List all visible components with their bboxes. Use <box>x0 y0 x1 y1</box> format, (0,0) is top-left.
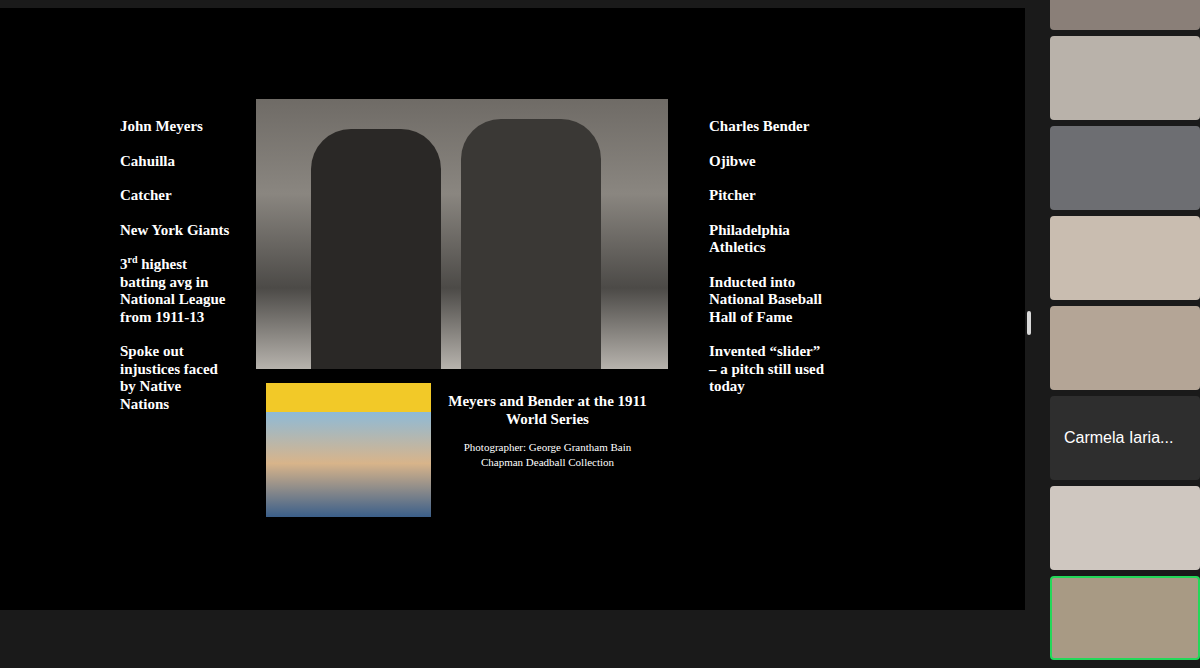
participant-name: Carmela Iaria... <box>1064 429 1173 447</box>
fact: Inducted into National Baseball Hall of … <box>709 274 827 327</box>
participant-tile[interactable] <box>1050 576 1200 660</box>
fact: Pitcher <box>709 187 827 205</box>
fact: Ojibwe <box>709 153 827 171</box>
participant-tile[interactable] <box>1050 486 1200 570</box>
left-facts: John Meyers Cahuilla Catcher New York Giant… <box>120 99 234 413</box>
book-cover <box>266 383 431 517</box>
photo-column: Meyers and Bender at the 1911 World Seri… <box>256 99 668 517</box>
top-bar <box>0 0 1200 8</box>
fact: Catcher <box>120 187 234 205</box>
participant-tile[interactable] <box>1050 126 1200 210</box>
fact: 3rd highest batting avg in National Leag… <box>120 256 234 326</box>
participant-strip: Carmela Iaria... <box>1050 0 1200 668</box>
meeting-body: John Meyers Cahuilla Catcher New York Giant… <box>0 8 1200 668</box>
splitter-handle[interactable] <box>1027 311 1031 335</box>
photo-credit: Photographer: George Grantham Bain <box>445 440 650 455</box>
historic-photo <box>256 99 668 369</box>
photo-credit: Chapman Deadball Collection <box>445 455 650 470</box>
slide: John Meyers Cahuilla Catcher New York Giant… <box>0 8 1025 610</box>
shared-screen: John Meyers Cahuilla Catcher New York Giant… <box>0 8 1025 668</box>
photo-info: Meyers and Bender at the 1911 World Seri… <box>256 383 668 517</box>
participant-tile[interactable] <box>1050 0 1200 30</box>
stage-footer <box>0 610 1025 668</box>
fact: New York Giants <box>120 222 234 240</box>
participant-tile[interactable]: Carmela Iaria... <box>1050 396 1200 480</box>
meeting-window: John Meyers Cahuilla Catcher New York Giant… <box>0 0 1200 668</box>
fact: Philadelphia Athletics <box>709 222 827 257</box>
participant-tile[interactable] <box>1050 306 1200 390</box>
photo-caption: Meyers and Bender at the 1911 World Seri… <box>445 383 650 517</box>
fact: Cahuilla <box>120 153 234 171</box>
participant-tile[interactable] <box>1050 216 1200 300</box>
caption-title: Meyers and Bender at the 1911 World Seri… <box>445 393 650 428</box>
fact: Spoke out injustices faced by Native Nat… <box>120 343 234 413</box>
right-facts: Charles Bender Ojibwe Pitcher Philadelphia … <box>709 99 827 396</box>
fact: Charles Bender <box>709 118 827 136</box>
fact: John Meyers <box>120 118 234 136</box>
participant-tile[interactable] <box>1050 36 1200 120</box>
fact: Invented “slider” – a pitch still used t… <box>709 343 827 396</box>
splitter[interactable] <box>1025 8 1050 668</box>
